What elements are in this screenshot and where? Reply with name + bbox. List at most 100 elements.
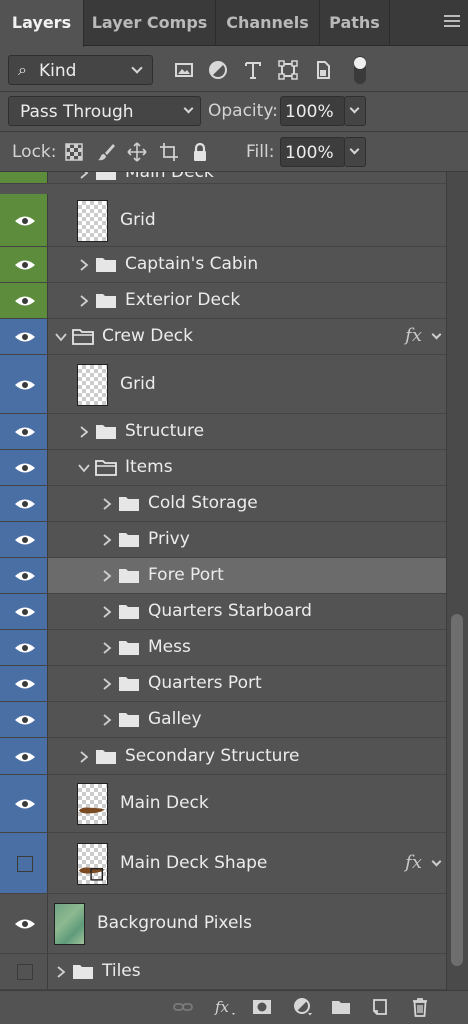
eye-icon[interactable] xyxy=(14,462,36,474)
chevron-right-icon[interactable] xyxy=(100,677,114,691)
layer-name[interactable]: Mess xyxy=(148,637,191,657)
chevron-down-icon[interactable] xyxy=(54,330,68,344)
chevron-down-icon[interactable] xyxy=(431,856,442,866)
fill-dropdown[interactable] xyxy=(344,137,366,167)
layer-name[interactable]: Crew Deck xyxy=(102,326,193,346)
layer-name[interactable]: Captain's Cabin xyxy=(125,254,258,274)
layer-name[interactable]: Fore Port xyxy=(148,565,224,585)
layer-group-row[interactable]: Secondary Structure xyxy=(0,738,446,775)
adjustment-filter-icon[interactable] xyxy=(206,58,230,82)
visibility-column[interactable] xyxy=(0,833,48,893)
opacity-dropdown[interactable] xyxy=(344,96,366,126)
tab-paths[interactable]: Paths xyxy=(320,0,390,46)
eye-icon[interactable] xyxy=(14,426,36,438)
lock-transparent-icon[interactable] xyxy=(64,142,84,162)
layer-row[interactable]: Grid xyxy=(0,355,446,414)
eye-icon[interactable] xyxy=(14,918,36,930)
eye-icon[interactable] xyxy=(14,379,36,391)
visibility-column[interactable] xyxy=(0,594,48,629)
layer-row[interactable]: Background Pixels xyxy=(0,894,446,954)
layer-group-row[interactable]: Main Deck xyxy=(0,172,446,184)
chevron-right-icon[interactable] xyxy=(77,750,91,764)
layer-effects-icon[interactable]: fx xyxy=(405,852,422,873)
layer-group-row[interactable]: Cold Storage xyxy=(0,486,446,522)
shape-filter-icon[interactable] xyxy=(276,58,300,82)
layer-name[interactable]: Main Deck xyxy=(120,793,209,813)
visibility-column[interactable] xyxy=(0,355,48,413)
layer-name[interactable]: Galley xyxy=(148,709,202,729)
visibility-column[interactable] xyxy=(0,450,48,485)
layer-name[interactable]: Privy xyxy=(148,529,190,549)
chevron-right-icon[interactable] xyxy=(100,605,114,619)
tab-layer-comps[interactable]: Layer Comps xyxy=(84,0,216,46)
visibility-column[interactable] xyxy=(0,954,48,989)
visibility-column[interactable] xyxy=(0,558,48,593)
chevron-right-icon[interactable] xyxy=(54,965,68,979)
visibility-column[interactable] xyxy=(0,172,48,183)
chevron-right-icon[interactable] xyxy=(77,172,91,180)
pixel-filter-icon[interactable] xyxy=(172,58,196,82)
eye-icon[interactable] xyxy=(14,798,36,810)
layer-group-row[interactable]: Privy xyxy=(0,522,446,558)
eye-icon[interactable] xyxy=(14,331,36,343)
chevron-right-icon[interactable] xyxy=(100,569,114,583)
layer-group-row[interactable]: Exterior Deck xyxy=(0,283,446,319)
layer-name[interactable]: Grid xyxy=(120,374,156,394)
chevron-right-icon[interactable] xyxy=(77,258,91,272)
visibility-column[interactable] xyxy=(0,283,48,318)
fill-input[interactable]: 100% xyxy=(280,137,345,167)
chevron-right-icon[interactable] xyxy=(77,425,91,439)
visibility-column[interactable] xyxy=(0,247,48,282)
chevron-right-icon[interactable] xyxy=(100,641,114,655)
visibility-column[interactable] xyxy=(0,522,48,557)
eye-icon[interactable] xyxy=(14,678,36,690)
layer-name[interactable]: Secondary Structure xyxy=(125,746,300,766)
tab-channels[interactable]: Channels xyxy=(216,0,320,46)
layer-group-row[interactable]: Items xyxy=(0,450,446,486)
layer-name[interactable]: Structure xyxy=(125,421,204,441)
eye-icon[interactable] xyxy=(14,642,36,654)
visibility-column[interactable] xyxy=(0,666,48,701)
layer-group-row[interactable]: Crew Deck fx xyxy=(0,319,446,355)
opacity-input[interactable]: 100% xyxy=(280,96,345,126)
eye-icon[interactable] xyxy=(14,534,36,546)
chevron-right-icon[interactable] xyxy=(100,533,114,547)
new-layer-icon[interactable] xyxy=(370,997,390,1017)
visibility-column[interactable] xyxy=(0,775,48,832)
eye-icon[interactable] xyxy=(14,215,36,227)
layer-name[interactable]: Main Deck Shape xyxy=(120,853,267,873)
eye-icon[interactable] xyxy=(14,295,36,307)
delete-layer-icon[interactable] xyxy=(410,997,430,1017)
tab-layers[interactable]: Layers xyxy=(0,0,84,47)
chevron-right-icon[interactable] xyxy=(77,294,91,308)
lock-brush-icon[interactable] xyxy=(96,142,116,162)
visibility-column[interactable] xyxy=(0,738,48,774)
lock-move-icon[interactable] xyxy=(127,142,147,162)
eye-icon[interactable] xyxy=(14,606,36,618)
scrollbar-thumb[interactable] xyxy=(451,614,463,966)
link-layers-icon[interactable] xyxy=(173,997,193,1017)
filter-toggle[interactable] xyxy=(353,55,367,85)
layer-row[interactable]: Main Deck Shape fx xyxy=(0,833,446,894)
new-group-icon[interactable] xyxy=(331,997,351,1017)
smart-object-filter-icon[interactable] xyxy=(311,58,335,82)
eye-icon[interactable] xyxy=(14,498,36,510)
eye-icon[interactable] xyxy=(14,259,36,271)
chevron-right-icon[interactable] xyxy=(100,713,114,727)
add-mask-icon[interactable] xyxy=(252,997,272,1017)
eye-icon[interactable] xyxy=(14,714,36,726)
visibility-column[interactable] xyxy=(0,702,48,737)
layer-name[interactable]: Grid xyxy=(120,210,156,230)
layers-list[interactable]: Main Deck Grid Captain's Cabin Exterior Dec… xyxy=(0,172,446,990)
new-adjustment-icon[interactable] xyxy=(293,997,313,1017)
visibility-column[interactable] xyxy=(0,414,48,449)
visibility-column[interactable] xyxy=(0,194,48,246)
layer-group-row[interactable]: Captain's Cabin xyxy=(0,247,446,283)
layer-name[interactable]: Quarters Starboard xyxy=(148,601,312,621)
visibility-column[interactable] xyxy=(0,319,48,354)
visibility-off-icon[interactable] xyxy=(17,964,33,980)
layer-row[interactable]: Grid xyxy=(0,194,446,247)
layer-group-row[interactable]: Quarters Port xyxy=(0,666,446,702)
layer-row[interactable]: Main Deck xyxy=(0,775,446,833)
chevron-down-icon[interactable] xyxy=(77,461,91,475)
